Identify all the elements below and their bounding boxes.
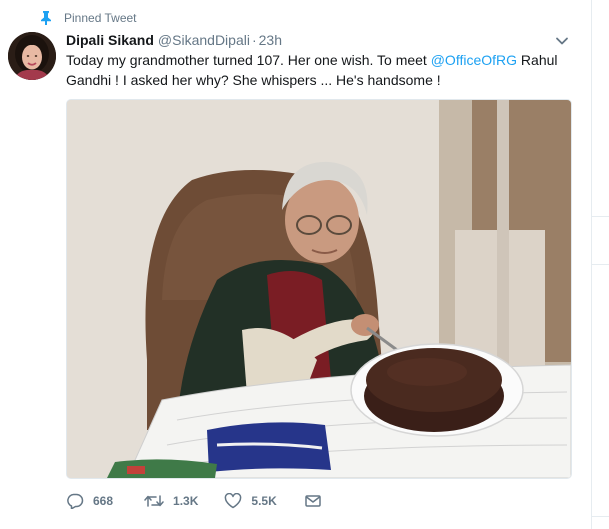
envelope-icon <box>305 494 321 508</box>
author-handle[interactable]: @SikandDipali <box>158 32 250 48</box>
pinned-text: Pinned Tweet <box>64 11 137 25</box>
divider-line <box>592 216 609 217</box>
tweet-text-part: Today my grandmother turned 107. Her one… <box>66 52 431 68</box>
tweet-text: Today my grandmother turned 107. Her one… <box>66 50 576 90</box>
tweet-timestamp[interactable]: 23h <box>259 32 282 48</box>
chevron-down-icon[interactable] <box>555 34 569 46</box>
pinned-tweet[interactable]: Pinned Tweet Dipali Sikand @SikandDipali… <box>0 0 609 529</box>
like-count: 5.5K <box>251 494 277 508</box>
tweet-header: Dipali Sikand @SikandDipali · 23h <box>66 30 282 50</box>
like-button[interactable]: 5.5K <box>224 493 277 509</box>
tweet-actions: 668 1.3K 5.5K <box>66 490 321 512</box>
tweet-photo[interactable] <box>66 99 572 479</box>
pin-icon <box>40 11 52 26</box>
reply-icon <box>66 493 84 509</box>
direct-message-button[interactable] <box>305 494 321 508</box>
reply-button[interactable]: 668 <box>66 493 113 509</box>
retweet-button[interactable]: 1.3K <box>144 493 198 509</box>
divider-line <box>592 264 609 265</box>
retweet-count: 1.3K <box>173 494 199 508</box>
pinned-label-row: Pinned Tweet <box>40 10 137 26</box>
separator-dot: · <box>251 32 257 48</box>
avatar[interactable] <box>8 32 56 80</box>
reply-count: 668 <box>93 494 114 508</box>
heart-icon <box>224 493 242 509</box>
author-name[interactable]: Dipali Sikand <box>66 32 154 48</box>
retweet-icon <box>144 493 164 509</box>
divider-line <box>592 516 609 517</box>
mention-link[interactable]: @OfficeOfRG <box>431 52 517 68</box>
